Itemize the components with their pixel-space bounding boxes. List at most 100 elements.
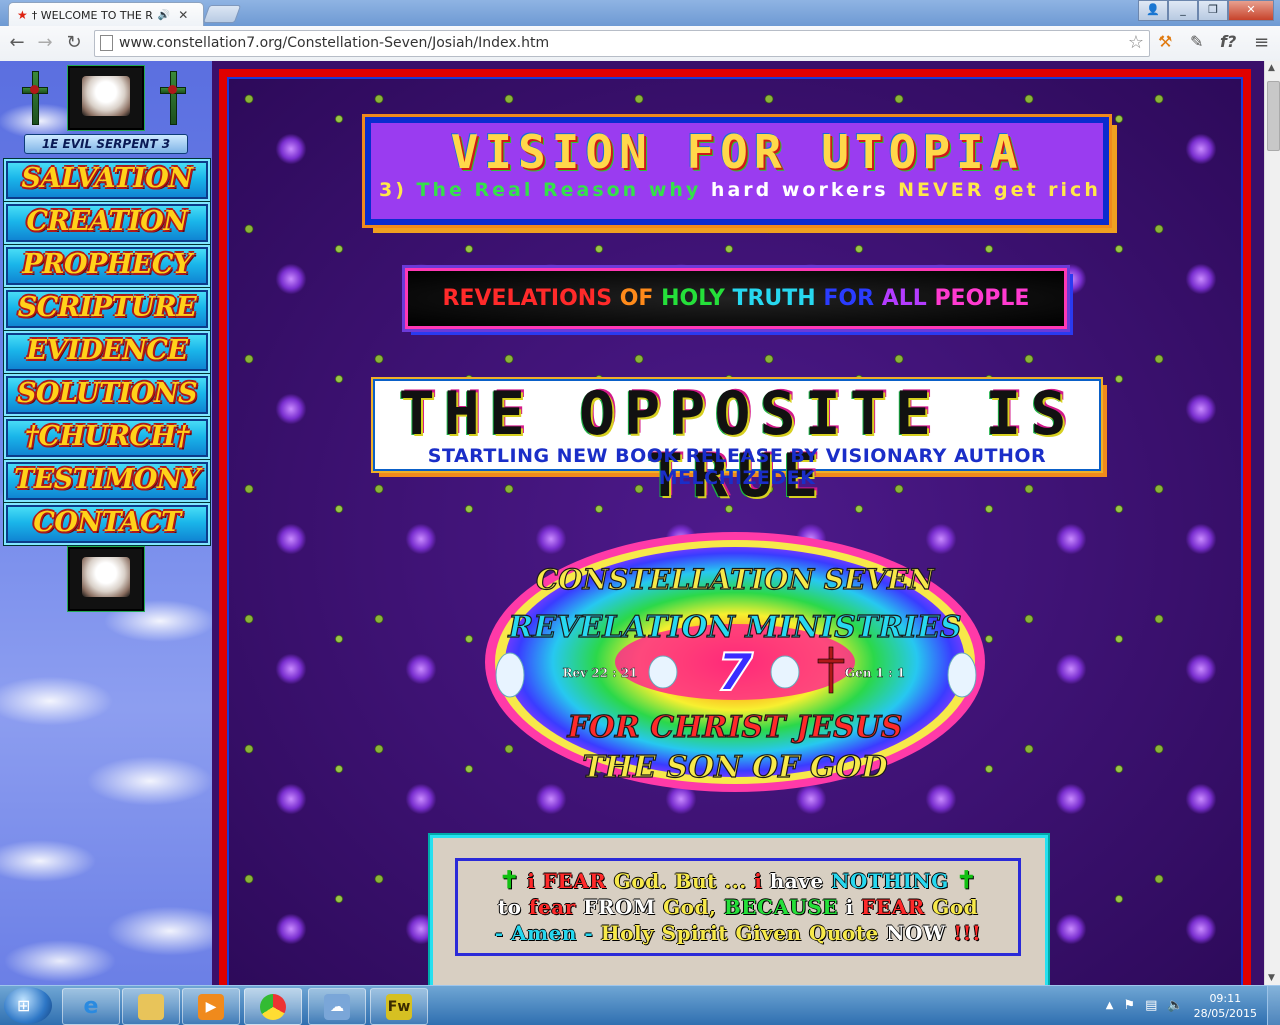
forward-arrow-icon[interactable]: → [34,32,56,53]
pencil-extension-icon[interactable]: ✎ [1190,32,1203,51]
logo-bottom-text-2: THE SON OF GOD [582,750,887,785]
vision-sub-a: The Real Reason why [416,179,702,201]
logo-top-text: CONSTELLATION SEVEN [536,563,936,596]
opposite-is-true-banner[interactable]: THE OPPOSITE IS TRUE STARTLING NEW BOOK … [371,377,1103,507]
windows-taskbar: ⊞ e ▶ ☁ Fw ▲ ⚑ ▤ 🔈 09:11 28/05/2015 [0,985,1280,1025]
rev-word-1: REVELATIONS [442,286,613,311]
nav-testimony[interactable]: TESTIMONY [4,460,210,502]
show-desktop-button[interactable] [1267,986,1280,1025]
q2-w8: God [932,895,979,919]
back-arrow-icon[interactable]: ← [6,32,28,53]
constellation-seven-logo[interactable]: CONSTELLATION SEVEN REVELATION MINISTRIE… [480,527,990,797]
url-text[interactable]: www.constellation7.org/Constellation-Sev… [119,35,549,51]
nav-prophecy[interactable]: PROPHECY [4,245,210,287]
clock-date: 28/05/2015 [1193,1006,1257,1020]
right-cross-icon [160,71,186,125]
rev-word-3: HOLY [661,286,725,311]
q2-w5: BECAUSE [723,895,839,919]
internet-explorer-icon: e [83,994,99,1019]
media-player-icon: ▶ [198,993,224,1020]
nav-scripture[interactable]: SCRIPTURE [4,288,210,330]
tab-close-icon[interactable]: ✕ [178,8,188,22]
rev-word-4: TRUTH [732,286,816,311]
vision-subtitle: 3) The Real Reason why hard workers NEVE… [379,179,1101,201]
quote-box: ✝ i FEAR God. But ... i have NOTHING ✝ t… [430,835,1048,985]
serpent-marquee[interactable]: 1E EVIL SERPENT 3 [24,134,188,154]
logo-left-reference: Rev 22 : 21 [563,666,638,680]
clock-time: 09:11 [1209,991,1242,1005]
taskbar-explorer[interactable] [122,988,180,1025]
scroll-down-arrow-icon[interactable]: ▼ [1268,973,1275,983]
rev-word-5: FOR [823,286,875,311]
chrome-icon [260,993,286,1020]
taskbar-remote[interactable]: ☁ [308,988,366,1025]
q2-w4: God, [663,895,717,919]
menu-icon[interactable]: ≡ [1254,32,1269,53]
quote-line-1: ✝ i FEAR God. But ... i have NOTHING ✝ [458,865,1018,894]
q2-w3: FROM [583,895,656,919]
vision-for-utopia-banner[interactable]: VISION FOR UTOPIA 3) The Real Reason why… [362,114,1112,228]
function-extension-icon[interactable]: f? [1220,32,1236,51]
tray-expand-icon[interactable]: ▲ [1106,1000,1114,1011]
logo-bottom-text-1: FOR CHRIST JESUS [567,710,903,745]
q1-w5: have [769,869,824,893]
page-icon [100,35,113,51]
clock[interactable]: 09:11 28/05/2015 [1194,991,1257,1021]
q3-w2: Holy Spirit Given Quote [600,921,879,945]
bookmark-star-icon[interactable]: ☆ [1128,32,1144,53]
q3-w3: NOW [886,921,946,945]
network-icon[interactable]: ▤ [1145,998,1157,1013]
taskbar-fireworks[interactable]: Fw [370,988,428,1025]
nav-salvation[interactable]: SALVATION [4,159,210,201]
remote-desktop-icon: ☁ [324,993,350,1020]
vision-sub-c: NEVER [898,179,985,201]
maximize-button[interactable]: ❐ [1198,0,1228,21]
nav-solutions[interactable]: SOLUTIONS [4,374,210,416]
q1-w6: NOTHING [831,869,949,893]
logo-mid-text: REVELATION MINISTRIES [507,610,961,645]
top-light-image [67,65,145,131]
vision-title: VISION FOR UTOPIA [450,125,1024,179]
folder-icon [138,993,164,1020]
nav-creation[interactable]: CREATION [4,202,210,244]
nav-contact[interactable]: CONTACT [4,503,210,545]
start-button[interactable]: ⊞ [4,987,52,1024]
logo-angel-left-icon [495,652,525,698]
browser-toolbar: ← → ↻ www.constellation7.org/Constellati… [0,26,1280,62]
revelations-banner[interactable]: REVELATIONS OF HOLY TRUTH FOR ALL PEOPLE [402,265,1070,332]
flag-icon[interactable]: ⚑ [1123,998,1135,1013]
q2-w6: i [845,895,854,919]
taskbar-ie[interactable]: e [62,988,120,1025]
left-navigation-frame: 1E EVIL SERPENT 3 SALVATION CREATION PRO… [0,61,212,985]
tab-title: † WELCOME TO THE RE [31,8,154,22]
close-window-button[interactable]: ✕ [1228,0,1274,21]
q1-w4: i [754,869,763,893]
q3-w4: !!! [953,921,982,945]
nav-evidence[interactable]: EVIDENCE [4,331,210,373]
left-cross-icon [22,71,48,125]
scroll-up-arrow-icon[interactable]: ▲ [1268,63,1275,73]
window-controls: 👤 _ ❐ ✕ [1138,0,1274,21]
q1-w2: FEAR [542,869,607,893]
logo-angel-right-icon [947,652,977,698]
new-tab-button[interactable] [202,5,242,23]
opposite-subtitle: STARTLING NEW BOOK RELEASE BY VISIONARY … [427,445,1047,489]
reload-icon[interactable]: ↻ [63,32,85,53]
audio-speaker-icon[interactable]: 🔊 [158,10,170,21]
volume-icon[interactable]: 🔈 [1167,998,1183,1013]
q3-w1: - Amen - [494,921,594,945]
rev-word-7: PEOPLE [934,286,1030,311]
scroll-thumb[interactable] [1267,81,1280,151]
taskbar-media-player[interactable]: ▶ [182,988,240,1025]
minimize-button[interactable]: _ [1168,0,1198,21]
vertical-scrollbar[interactable]: ▲ ▼ [1264,61,1280,985]
user-icon[interactable]: 👤 [1138,0,1168,21]
hammer-extension-icon[interactable]: ⚒ [1158,32,1172,51]
active-tab[interactable]: ★ † WELCOME TO THE RE 🔊 ✕ [8,2,204,27]
nav-church[interactable]: †CHURCH† [4,417,210,459]
page-viewport: 1E EVIL SERPENT 3 SALVATION CREATION PRO… [0,61,1264,985]
taskbar-chrome[interactable] [244,988,302,1025]
tab-strip: ★ † WELCOME TO THE RE 🔊 ✕ 👤 _ ❐ ✕ [0,0,1280,27]
address-bar[interactable]: www.constellation7.org/Constellation-Sev… [94,30,1150,57]
logo-dove-right-icon [770,655,800,689]
